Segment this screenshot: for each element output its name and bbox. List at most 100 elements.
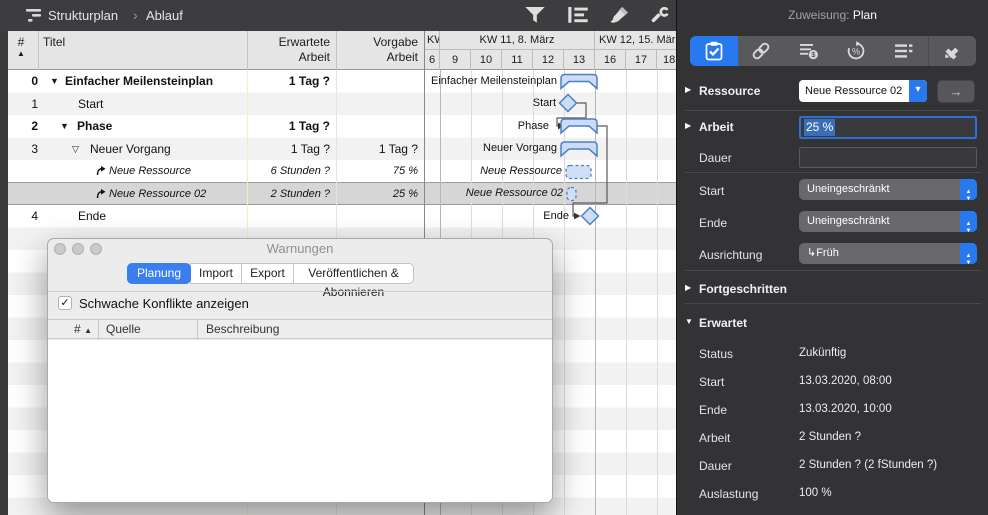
outline-icon[interactable] <box>567 7 589 24</box>
table-header: # ▲ Titel Erwartete Arbeit Vorgabe Arbei… <box>8 31 676 70</box>
table-row[interactable]: 3 ▽ Neuer Vorgang 1 Tag ? 1 Tag ? <box>8 138 424 161</box>
chevron-down-icon[interactable]: ▾ <box>909 80 927 102</box>
gantt-day: 11 <box>502 50 533 70</box>
go-to-resource-button[interactable]: → <box>937 80 975 103</box>
start-constraint-popup[interactable]: Uneingeschränkt ▲ ▼ <box>799 179 977 202</box>
tab-publish-subscribe[interactable]: Veröffentlichen & Abonnieren <box>293 263 414 299</box>
tab-custom-data[interactable] <box>880 36 928 66</box>
popup-stepper-icon[interactable]: ▲ ▼ <box>960 179 977 202</box>
table-row[interactable]: 1 Start <box>8 93 424 116</box>
gantt-day: 16 <box>595 50 626 70</box>
disclosure-triangle[interactable]: ▶ <box>685 283 691 292</box>
list-handles-icon <box>894 44 913 58</box>
inspector-title: Zuweisung: Plan <box>677 8 988 22</box>
resource-title: Neue Ressource <box>109 165 191 177</box>
column-header-expected[interactable]: Erwartete Arbeit <box>247 31 330 65</box>
alignment-popup[interactable]: ↳Früh ▲ ▼ <box>799 243 977 266</box>
detail-label: Ende <box>699 403 728 417</box>
table-row[interactable]: 0 ▼ Einfacher Meilensteinplan 1 Tag ? <box>8 70 424 93</box>
effort: 1 Tag ? <box>378 141 418 156</box>
assignment-arrow-icon <box>96 166 106 176</box>
work-input[interactable]: 25 % <box>799 116 977 139</box>
gantt-day: 17 <box>626 50 657 70</box>
inspector-title-prefix: Zuweisung: <box>788 8 850 22</box>
summary-bar-phase[interactable] <box>560 118 598 135</box>
detail-value: 13.03.2020, 08:00 <box>799 375 892 387</box>
warnings-column-description[interactable]: Beschreibung <box>206 320 279 338</box>
separator <box>685 303 981 304</box>
tab-notes[interactable] <box>927 36 977 66</box>
detail-row: Arbeit 2 Stunden ? <box>677 428 988 450</box>
resource-combobox[interactable]: Neue Ressource 02 ▾ <box>799 80 927 102</box>
popup-stepper-icon[interactable]: ▲ ▼ <box>960 243 977 266</box>
gantt-label-task: Neuer Vorgang <box>483 142 557 154</box>
assignment-bar-neue-ressource-02[interactable] <box>566 186 577 202</box>
expected-section-header[interactable]: ▼ Erwartet <box>677 313 988 335</box>
table-row-resource-selected[interactable]: Neue Ressource 02 2 Stunden ? 25 % <box>8 183 424 206</box>
column-header-number[interactable]: # ▲ <box>8 35 34 58</box>
table-row-resource[interactable]: Neue Ressource 6 Stunden ? 75 % <box>8 160 424 183</box>
duration-input[interactable] <box>799 147 977 168</box>
warnings-column-source[interactable]: Quelle <box>106 320 141 338</box>
filter-icon[interactable] <box>524 7 546 24</box>
clipboard-check-icon <box>705 41 723 61</box>
inspector-tabbar: $ % <box>690 36 976 66</box>
brush-icon[interactable] <box>609 7 631 24</box>
detail-row: Auslastung 100 % <box>677 484 988 506</box>
gantt-week-2: KW 12, 15. März <box>595 31 676 50</box>
tab-costs[interactable]: $ <box>785 36 833 66</box>
advanced-section-header[interactable]: ▶ Fortgeschritten <box>677 279 988 301</box>
gantt-week-prev: KW <box>425 31 440 50</box>
tab-effort[interactable]: % <box>833 36 881 66</box>
disclosure-triangle-open-outline[interactable]: ▽ <box>72 138 79 160</box>
detail-label: Start <box>699 375 725 389</box>
expected-work: 1 Tag ? <box>290 141 330 156</box>
milestone-start[interactable] <box>558 93 578 113</box>
column-header-title[interactable]: Titel <box>43 35 65 49</box>
tab-connections[interactable] <box>738 36 786 66</box>
detail-label: Auslastung <box>699 487 759 501</box>
gantt-label-res1: Neue Ressource <box>480 165 562 177</box>
work-label: Arbeit <box>699 120 734 134</box>
dialog-title: Warnungen <box>266 241 334 256</box>
view-structure-icon[interactable] <box>26 9 42 22</box>
separator <box>48 291 552 292</box>
disclosure-triangle[interactable]: ▶ <box>685 121 691 130</box>
warnings-column-number[interactable]: # ▲ <box>48 320 92 340</box>
disclosure-triangle[interactable]: ▼ <box>50 70 59 92</box>
svg-text:%: % <box>852 46 860 56</box>
resource-label: Ressource <box>699 84 761 98</box>
gantt-day: 6 <box>425 50 440 70</box>
disclosure-triangle[interactable]: ▶ <box>685 85 691 94</box>
tab-assignment[interactable] <box>690 36 738 66</box>
breadcrumb-current[interactable]: Ablauf <box>146 8 183 23</box>
task-bar-neuer-vorgang[interactable] <box>560 141 598 158</box>
assignment-bar-neue-ressource[interactable] <box>565 164 592 180</box>
warnings-table-body[interactable] <box>48 340 552 502</box>
table-row[interactable]: 4 Ende <box>8 205 424 228</box>
pencil-icon <box>945 47 959 60</box>
detail-value: 100 % <box>799 487 832 499</box>
summary-bar-meilensteinplan[interactable] <box>560 73 598 91</box>
gantt-day: 10 <box>471 50 502 70</box>
popup-stepper-icon[interactable]: ▲ ▼ <box>960 211 977 234</box>
gantt-label-end: Ende <box>543 210 569 222</box>
tab-export[interactable]: Export <box>241 263 294 284</box>
weak-conflicts-checkbox[interactable]: ✓ <box>58 296 72 310</box>
disclosure-triangle[interactable]: ▼ <box>685 317 693 326</box>
disclosure-triangle[interactable]: ▼ <box>60 115 69 137</box>
row-number: 3 <box>31 141 38 156</box>
tab-planung[interactable]: Planung <box>127 263 191 284</box>
end-constraint-popup[interactable]: Uneingeschränkt ▲ ▼ <box>799 211 977 234</box>
resource-combobox-value: Neue Ressource 02 <box>805 85 903 97</box>
milestone-ende[interactable] <box>580 206 600 226</box>
separator <box>685 270 981 271</box>
tab-import[interactable]: Import <box>190 263 242 284</box>
wrench-icon[interactable] <box>650 7 672 24</box>
table-row[interactable]: 2 ▼ Phase 1 Tag ? <box>8 115 424 138</box>
breadcrumb-root[interactable]: Strukturplan <box>48 8 118 23</box>
row-number: 2 <box>31 119 38 133</box>
sort-indicator: ▲ <box>84 326 92 335</box>
separator <box>685 172 981 173</box>
column-header-effort[interactable]: Vorgabe Arbeit <box>336 31 418 65</box>
